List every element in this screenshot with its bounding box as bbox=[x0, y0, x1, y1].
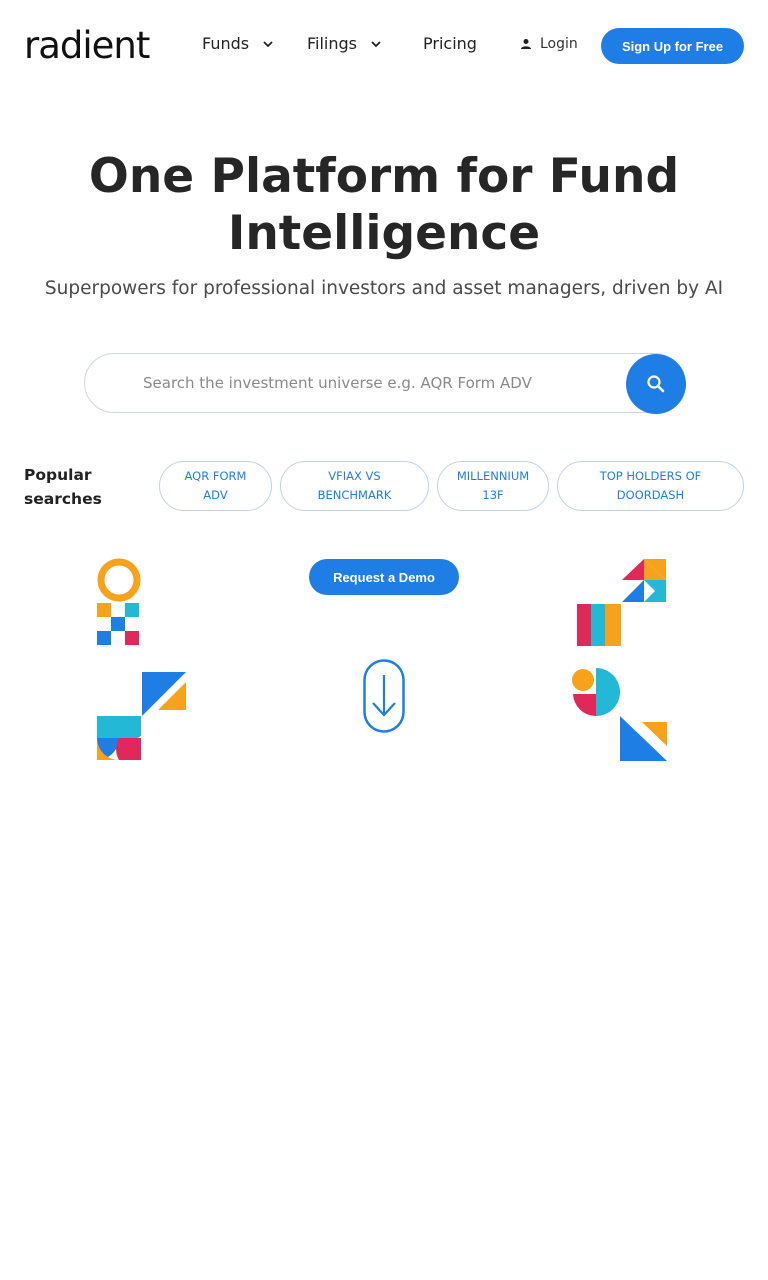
search-input[interactable] bbox=[143, 354, 613, 412]
chip-line2: DOORDASH bbox=[616, 488, 685, 502]
page-title-line2: Intelligence bbox=[227, 206, 541, 261]
decorative-shapes-top-left bbox=[97, 558, 141, 645]
search-button[interactable] bbox=[626, 354, 686, 414]
scroll-down-icon[interactable] bbox=[363, 659, 405, 733]
nav-filings-label: Filings bbox=[307, 34, 358, 53]
logo-text: radient bbox=[24, 24, 150, 67]
nav-pricing-label: Pricing bbox=[423, 34, 477, 53]
site-header: radient Funds Filings Pricing Login Sign… bbox=[0, 0, 768, 92]
chip-text: MILLENNIUM 13F bbox=[457, 467, 529, 505]
chip-line1: VFIAX VS bbox=[328, 469, 381, 483]
chevron-down-icon bbox=[371, 40, 381, 47]
search-icon bbox=[647, 375, 665, 393]
nav-funds[interactable]: Funds bbox=[202, 34, 273, 53]
nav-filings[interactable]: Filings bbox=[307, 34, 381, 53]
decorative-shapes-bottom-left bbox=[97, 672, 186, 760]
chip-line2: BENCHMARK bbox=[317, 488, 392, 502]
popular-chip-aqr[interactable]: AQR FORM ADV bbox=[159, 461, 272, 511]
search-bar bbox=[84, 353, 686, 414]
request-demo-button[interactable]: Request a Demo bbox=[309, 559, 459, 595]
chip-line1: AQR FORM bbox=[184, 469, 247, 483]
popular-searches-label: Popular searches bbox=[24, 466, 102, 508]
nav-pricing[interactable]: Pricing bbox=[423, 34, 477, 53]
login-link[interactable]: Login bbox=[520, 36, 578, 52]
nav-funds-label: Funds bbox=[202, 34, 250, 53]
chip-text: TOP HOLDERS OF DOORDASH bbox=[600, 467, 702, 505]
decorative-shapes-bottom-right bbox=[572, 668, 667, 761]
popular-chip-doordash[interactable]: TOP HOLDERS OF DOORDASH bbox=[557, 461, 744, 511]
user-icon bbox=[521, 39, 531, 49]
chip-text: AQR FORM ADV bbox=[185, 467, 247, 505]
chip-line2: 13F bbox=[482, 488, 504, 502]
page-subtitle: Superpowers for professional investors a… bbox=[44, 278, 724, 299]
decorative-shapes-top-right bbox=[577, 559, 666, 646]
radient-logo[interactable]: radient bbox=[24, 24, 150, 67]
signup-button[interactable]: Sign Up for Free bbox=[601, 28, 744, 64]
chip-line1: TOP HOLDERS OF bbox=[599, 469, 702, 483]
chevron-down-icon bbox=[263, 40, 273, 47]
page-title-line1: One Platform for Fund bbox=[88, 149, 680, 204]
popular-chip-vfiax[interactable]: VFIAX VS BENCHMARK bbox=[280, 461, 429, 511]
popular-chip-millennium[interactable]: MILLENNIUM 13F bbox=[437, 461, 549, 511]
chip-line1: MILLENNIUM bbox=[456, 469, 530, 483]
login-label: Login bbox=[540, 36, 578, 52]
chip-line2: ADV bbox=[203, 488, 228, 502]
chip-text: VFIAX VS BENCHMARK bbox=[318, 467, 392, 505]
page-title: One Platform for Fund Intelligence bbox=[0, 148, 768, 262]
